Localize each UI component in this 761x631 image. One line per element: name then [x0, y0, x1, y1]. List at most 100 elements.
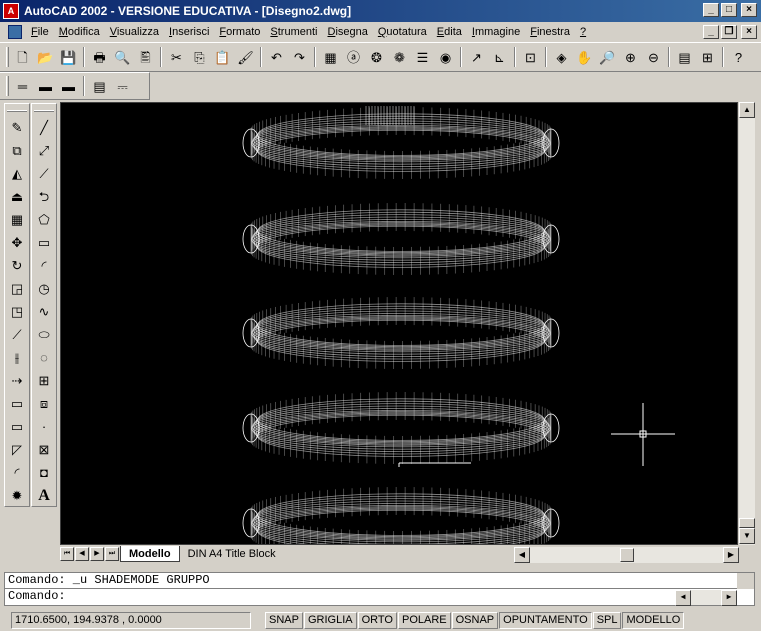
pan-icon[interactable]: ✋ — [573, 46, 596, 68]
toolbar-grip[interactable] — [7, 110, 27, 112]
menu-item-10[interactable]: Finestra — [525, 26, 575, 38]
scroll-down-button[interactable]: ▼ — [739, 528, 755, 544]
status-toggle-modello[interactable]: MODELLO — [622, 612, 685, 629]
status-toggle-orto[interactable]: ORTO — [357, 612, 397, 629]
close-button[interactable]: × — [741, 3, 757, 17]
distance-icon[interactable]: ↗ — [465, 46, 488, 68]
zoom-previous-icon[interactable]: ⊖ — [642, 46, 665, 68]
menu-item-8[interactable]: Edita — [432, 26, 467, 38]
lengthen-icon[interactable]: ⟋ — [6, 323, 28, 346]
vertical-scroll-thumb[interactable] — [739, 518, 755, 528]
maximize-button[interactable]: □ — [721, 3, 737, 17]
chamfer-icon[interactable]: ◸ — [6, 438, 28, 461]
adc-icon[interactable]: ◉ — [434, 46, 457, 68]
toolbar-grip[interactable] — [6, 76, 9, 96]
scroll-right-button[interactable]: ▶ — [723, 547, 739, 563]
tab-model[interactable]: Modello — [120, 546, 180, 562]
menu-item-9[interactable]: Immagine — [467, 26, 525, 38]
rotate-icon[interactable]: ↻ — [6, 254, 28, 277]
mirror-icon[interactable]: ◭ — [6, 162, 28, 185]
stretch-icon[interactable]: ◳ — [6, 300, 28, 323]
help-icon[interactable]: ? — [727, 46, 750, 68]
undo-icon[interactable]: ↶ — [265, 46, 288, 68]
drawing-area[interactable] — [60, 102, 738, 545]
rectangle-icon[interactable]: ▭ — [33, 231, 55, 254]
tab-last-button[interactable]: ⏭ — [105, 547, 119, 561]
hatch-icon[interactable]: ⊠ — [33, 438, 55, 461]
layer-state-icon[interactable]: ▬ — [57, 75, 80, 97]
doc-restore-button[interactable]: ❐ — [721, 25, 737, 39]
horizontal-scrollbar[interactable]: ◀ ▶ — [514, 547, 739, 563]
named-views-icon[interactable]: ⊡ — [519, 46, 542, 68]
scroll-left-button[interactable]: ◀ — [514, 547, 530, 563]
menu-item-0[interactable]: File — [26, 26, 54, 38]
break-icon[interactable]: ▭ — [6, 392, 28, 415]
text-style-icon[interactable]: ⎓ — [111, 75, 134, 97]
status-toggle-snap[interactable]: SNAP — [265, 612, 303, 629]
design-center-icon[interactable]: ▦ — [319, 46, 342, 68]
layer-prev-icon[interactable]: ▬ — [34, 75, 57, 97]
cut-icon[interactable]: ✂ — [165, 46, 188, 68]
menu-item-5[interactable]: Strumenti — [265, 26, 322, 38]
document-icon[interactable] — [8, 25, 22, 39]
erase-icon[interactable]: ✎ — [6, 116, 28, 139]
paste-icon[interactable]: 📋 — [211, 46, 234, 68]
globe-icon[interactable]: ⓐ — [342, 46, 365, 68]
xref-icon[interactable]: ❁ — [388, 46, 411, 68]
menu-item-6[interactable]: Disegna — [322, 26, 372, 38]
scroll-up-button[interactable]: ▲ — [739, 102, 755, 118]
status-toggle-polare[interactable]: POLARE — [397, 612, 451, 629]
pentagon-icon[interactable]: ⬠ — [33, 208, 55, 231]
redo-icon[interactable]: ↷ — [288, 46, 311, 68]
arc-icon[interactable]: ◜ — [33, 254, 55, 277]
menu-item-11[interactable]: ? — [575, 26, 591, 38]
ucs-icon[interactable]: ⊾ — [488, 46, 511, 68]
save-icon[interactable]: 💾 — [57, 46, 80, 68]
zoom-window-icon[interactable]: ⊕ — [619, 46, 642, 68]
autocad-app-icon[interactable]: A — [3, 3, 19, 19]
line-icon[interactable]: ╱ — [33, 116, 55, 139]
explode-icon[interactable]: ✹ — [6, 484, 28, 507]
break-at-point-icon[interactable]: ▭ — [6, 415, 28, 438]
region-icon[interactable]: ◘ — [33, 461, 55, 484]
doc-close-button[interactable]: × — [741, 25, 757, 39]
matchprop-icon[interactable]: 🖌 — [234, 46, 257, 68]
ellipse-icon[interactable]: ⬭ — [33, 323, 55, 346]
command-window[interactable]: Comando: _u SHADEMODE GRUPPO Comando: ◀ … — [4, 572, 755, 606]
extend-icon[interactable]: ⇢ — [6, 369, 28, 392]
doc-minimize-button[interactable]: _ — [703, 25, 719, 39]
make-block-icon[interactable]: ⧈ — [33, 392, 55, 415]
scroll-left-button[interactable]: ◀ — [675, 590, 691, 606]
status-toggle-opuntamento[interactable]: OPUNTAMENTO — [499, 612, 592, 629]
fillet-icon[interactable]: ◜ — [6, 461, 28, 484]
print-icon[interactable]: 🖶 — [88, 46, 111, 68]
minimize-button[interactable]: _ — [703, 3, 719, 17]
properties-icon[interactable]: ☰ — [411, 46, 434, 68]
status-toggle-griglia[interactable]: GRIGLIA — [303, 612, 357, 629]
menu-item-2[interactable]: Visualizza — [105, 26, 164, 38]
web-icon[interactable]: ❂ — [365, 46, 388, 68]
command-horizontal-scrollbar[interactable]: ◀ ▶ — [675, 590, 737, 606]
status-toggle-osnap[interactable]: OSNAP — [451, 612, 499, 629]
offset-icon[interactable]: ⏏ — [6, 185, 28, 208]
text-icon[interactable]: A — [33, 484, 55, 507]
spline-icon[interactable]: ∿ — [33, 300, 55, 323]
ellipse-arc-icon[interactable]: ◌ — [33, 346, 55, 369]
insert-block-icon[interactable]: ⊞ — [33, 369, 55, 392]
layer-icon[interactable]: ═ — [11, 75, 34, 97]
menu-item-4[interactable]: Formato — [214, 26, 265, 38]
array-icon[interactable]: ▦ — [6, 208, 28, 231]
vertical-scrollbar[interactable]: ▲ ▼ — [738, 102, 755, 545]
menu-item-7[interactable]: Quotatura — [373, 26, 432, 38]
preview-icon[interactable]: 🔍 — [111, 46, 134, 68]
menu-item-1[interactable]: Modifica — [54, 26, 105, 38]
open-icon[interactable]: 📂 — [34, 46, 57, 68]
horizontal-scroll-thumb[interactable] — [620, 548, 634, 562]
command-scrollbar[interactable] — [737, 573, 754, 589]
dbconnect-icon[interactable]: ⊞ — [696, 46, 719, 68]
command-prompt[interactable]: Comando: — [5, 589, 754, 605]
move-icon[interactable]: ✥ — [6, 231, 28, 254]
orbit-icon[interactable]: ◈ — [550, 46, 573, 68]
menu-item-3[interactable]: Inserisci — [164, 26, 214, 38]
list-icon[interactable]: ▤ — [88, 75, 111, 97]
